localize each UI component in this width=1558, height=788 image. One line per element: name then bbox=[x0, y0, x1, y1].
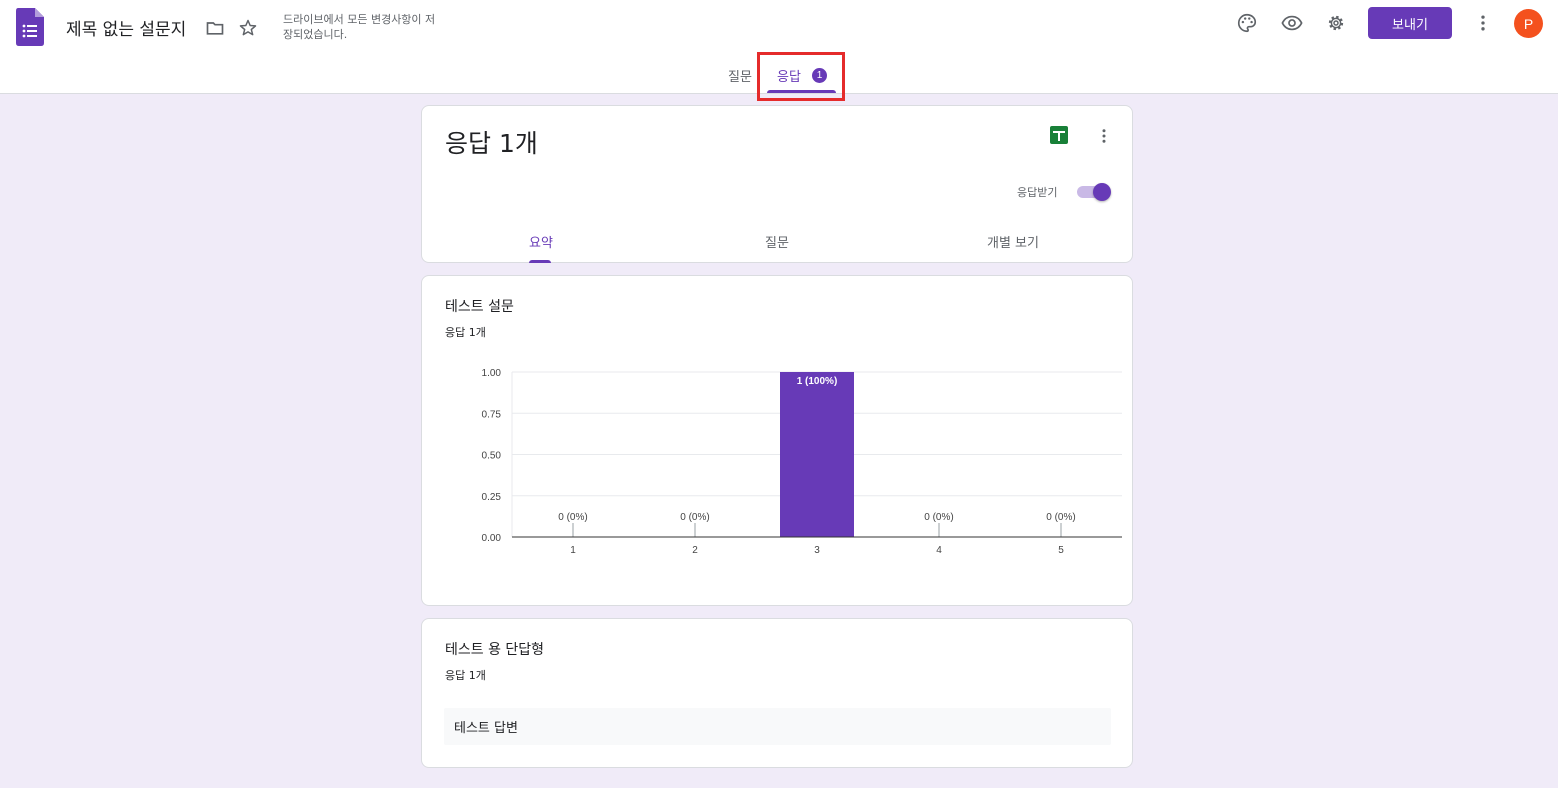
send-button[interactable]: 보내기 bbox=[1368, 7, 1452, 39]
subtab-summary[interactable]: 요약 bbox=[529, 232, 553, 251]
subtab-active-indicator bbox=[529, 260, 551, 263]
x-tick-label: 5 bbox=[1058, 545, 1064, 556]
bar-data-label: 0 (0%) bbox=[680, 512, 709, 523]
toggle-thumb bbox=[1093, 183, 1111, 201]
folder-icon[interactable] bbox=[203, 16, 227, 40]
bar-data-label: 1 (100%) bbox=[797, 376, 838, 387]
responses-count-badge: 1 bbox=[812, 68, 827, 83]
accepting-responses-label: 응답받기 bbox=[1017, 186, 1058, 199]
subtab-individual[interactable]: 개별 보기 bbox=[987, 232, 1039, 251]
active-tab-indicator bbox=[767, 90, 836, 93]
x-tick-label: 2 bbox=[692, 545, 698, 556]
tab-questions[interactable]: 질문 bbox=[728, 66, 752, 85]
bar-chart: 0.00 0.25 0.50 0.75 1.00 0 (0%) 1 0 (0%) 2 1 (100… bbox=[482, 368, 1122, 556]
question-summary-card: 테스트 설문 응답 1개 0.00 0.25 0.50 0.75 1.00 0 (0%) 1… bbox=[421, 275, 1133, 606]
question-response-count: 응답 1개 bbox=[445, 669, 486, 682]
settings-gear-icon[interactable] bbox=[1324, 11, 1348, 35]
card-more-vert-icon[interactable] bbox=[1092, 124, 1116, 148]
answer-item: 테스트 답변 bbox=[444, 708, 1111, 745]
subtab-question[interactable]: 질문 bbox=[765, 232, 789, 251]
x-tick-label: 3 bbox=[814, 545, 820, 556]
bar bbox=[780, 372, 854, 537]
accepting-responses-toggle[interactable] bbox=[1077, 183, 1113, 201]
sheets-link-icon[interactable] bbox=[1050, 126, 1068, 144]
more-vert-icon[interactable] bbox=[1471, 11, 1495, 35]
y-tick-label: 0.00 bbox=[482, 533, 502, 544]
answer-text: 테스트 답변 bbox=[454, 721, 518, 736]
y-tick-label: 1.00 bbox=[482, 368, 502, 379]
palette-icon[interactable] bbox=[1235, 11, 1259, 35]
x-tick-label: 1 bbox=[570, 545, 576, 556]
star-icon[interactable] bbox=[236, 16, 260, 40]
app-header: 제목 없는 설문지 드라이브에서 모든 변경사항이 저장되었습니다. 보내기 P… bbox=[0, 0, 1558, 101]
tab-responses[interactable]: 응답 bbox=[777, 66, 801, 85]
preview-eye-icon[interactable] bbox=[1280, 11, 1304, 35]
x-tick-label: 4 bbox=[936, 545, 942, 556]
document-title[interactable]: 제목 없는 설문지 bbox=[66, 15, 186, 40]
y-tick-label: 0.75 bbox=[482, 409, 502, 420]
y-tick-label: 0.25 bbox=[482, 492, 502, 503]
short-answer-summary-card: 테스트 용 단답형 응답 1개 테스트 답변 bbox=[421, 618, 1133, 768]
responses-count-title: 응답 1개 bbox=[445, 129, 538, 158]
forms-logo-icon[interactable] bbox=[16, 8, 44, 46]
question-title: 테스트 용 단답형 bbox=[445, 642, 545, 658]
save-status-text: 드라이브에서 모든 변경사항이 저장되었습니다. bbox=[283, 13, 436, 41]
bar-data-label: 0 (0%) bbox=[1046, 512, 1075, 523]
annotation-highlight-box bbox=[757, 52, 845, 101]
responses-summary-card: 응답 1개 응답받기 요약 질문 개별 보기 bbox=[421, 105, 1133, 263]
y-tick-label: 0.50 bbox=[482, 451, 502, 462]
user-avatar[interactable]: P bbox=[1514, 9, 1543, 38]
bar-data-label: 0 (0%) bbox=[558, 512, 587, 523]
bar-data-label: 0 (0%) bbox=[924, 512, 953, 523]
